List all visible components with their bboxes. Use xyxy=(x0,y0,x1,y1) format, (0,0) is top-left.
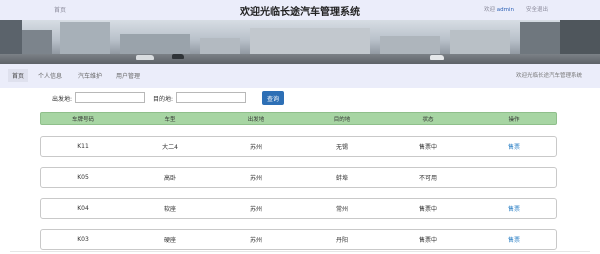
welcome-prefix: 欢迎 xyxy=(484,7,496,13)
model-cell: 大二4 xyxy=(162,144,178,151)
column-header-action: 操作 xyxy=(508,116,520,123)
destination-input[interactable] xyxy=(176,92,246,103)
column-header-model: 车型 xyxy=(164,116,176,123)
model-cell: 软座 xyxy=(163,206,177,213)
username-link[interactable]: admin xyxy=(497,7,514,13)
plate-cell: K11 xyxy=(77,143,89,150)
tab-user-management[interactable]: 用户管理 xyxy=(116,71,140,80)
plate-cell: K04 xyxy=(77,205,89,212)
destination-cell: 蚌埠 xyxy=(335,175,349,182)
welcome-text: 欢迎 admin xyxy=(484,5,514,13)
departure-cell: 苏州 xyxy=(249,144,263,151)
main-nav: 首页 个人信息 汽车维护 用户管理 欢迎光临长途汽车管理系统 xyxy=(0,64,600,88)
tab-home[interactable]: 首页 xyxy=(8,69,29,82)
sell-ticket-link[interactable]: 售票 xyxy=(508,199,520,218)
sell-ticket-link[interactable]: 售票 xyxy=(508,230,520,249)
column-header-destination: 目的地 xyxy=(333,116,351,123)
table-row: K04 软座 苏州 常州 售票中 售票 xyxy=(40,198,557,219)
table-row: K11 大二4 苏州 无锡 售票中 售票 xyxy=(40,136,557,157)
tab-personal-info[interactable]: 个人信息 xyxy=(38,71,62,80)
status-cell: 售票中 xyxy=(418,144,438,151)
table-header: 车牌号码 车型 出发地 目的地 状态 操作 xyxy=(40,112,557,125)
divider xyxy=(10,251,590,252)
departure-label: 出发地: xyxy=(52,96,73,103)
destination-label: 目的地: xyxy=(153,96,174,103)
sell-ticket-link[interactable]: 售票 xyxy=(508,137,520,156)
search-button[interactable]: 查询 xyxy=(262,91,284,105)
destination-cell: 丹阳 xyxy=(335,237,349,244)
destination-cell: 常州 xyxy=(335,206,349,213)
top-header: 首页 欢迎光临长途汽车管理系统 欢迎 admin 安全退出 xyxy=(0,0,600,20)
column-header-status: 状态 xyxy=(422,116,434,123)
table-row: K03 硬座 苏州 丹阳 售票中 售票 xyxy=(40,229,557,250)
column-header-departure: 出发地 xyxy=(247,116,265,123)
column-header-plate: 车牌号码 xyxy=(71,116,95,123)
status-cell: 售票中 xyxy=(418,237,438,244)
plate-cell: K05 xyxy=(77,174,89,181)
departure-input[interactable] xyxy=(75,92,145,103)
status-cell: 不可用 xyxy=(418,175,438,182)
destination-cell: 无锡 xyxy=(335,144,349,151)
model-cell: 硬座 xyxy=(163,237,177,244)
plate-cell: K03 xyxy=(77,236,89,243)
banner-image xyxy=(0,20,600,64)
logout-link[interactable]: 安全退出 xyxy=(526,5,548,13)
tab-vehicle-maintenance[interactable]: 汽车维护 xyxy=(78,71,102,80)
nav-welcome-text: 欢迎光临长途汽车管理系统 xyxy=(516,73,583,79)
departure-cell: 苏州 xyxy=(249,175,263,182)
status-cell: 售票中 xyxy=(418,206,438,213)
model-cell: 高卧 xyxy=(163,175,177,182)
table-row: K05 高卧 苏州 蚌埠 不可用 xyxy=(40,167,557,188)
departure-cell: 苏州 xyxy=(249,237,263,244)
departure-cell: 苏州 xyxy=(249,206,263,213)
